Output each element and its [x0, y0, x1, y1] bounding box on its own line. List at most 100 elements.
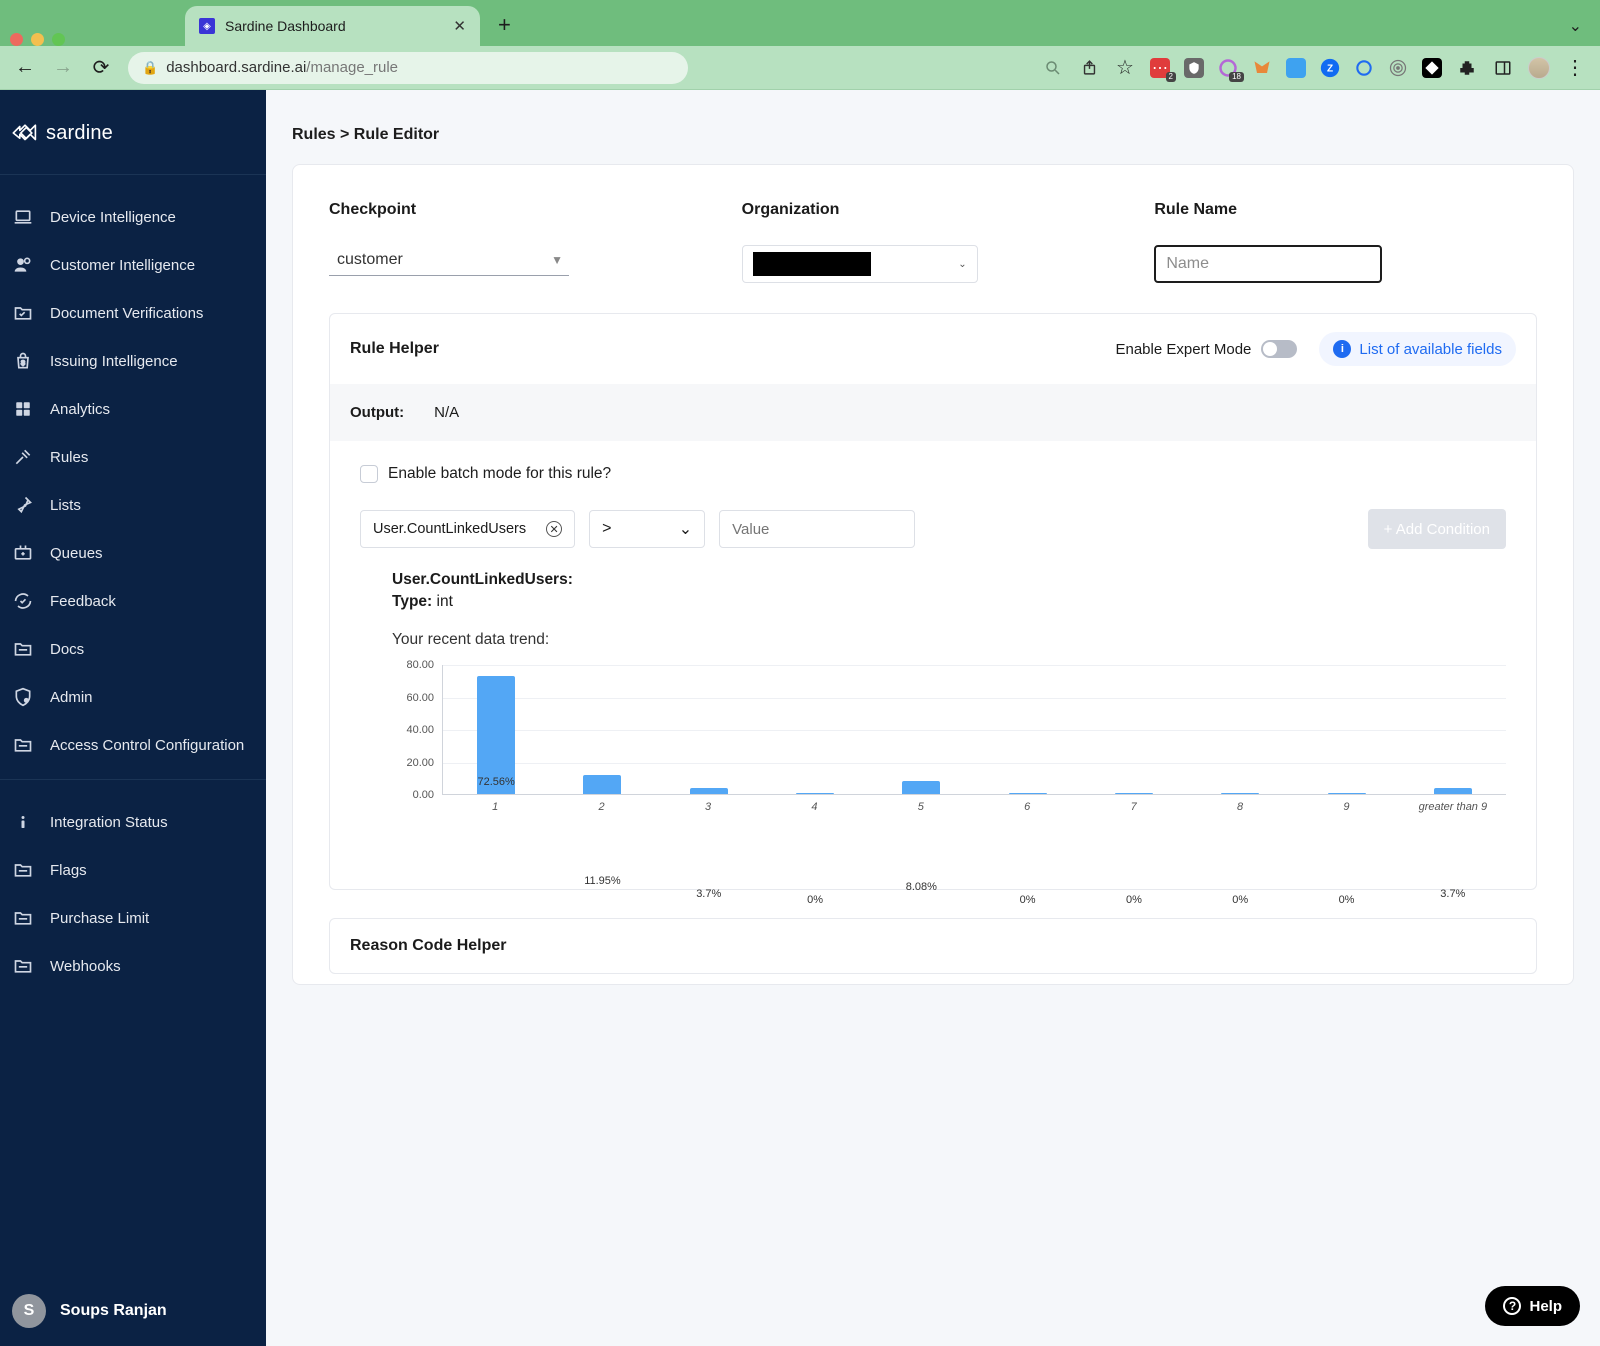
close-window-icon[interactable] — [10, 33, 23, 46]
bar-column: 3.7% — [1400, 665, 1506, 794]
organization-select[interactable]: ⌄ — [742, 245, 978, 283]
sidebar-item-label: Feedback — [50, 593, 116, 610]
refresh-check-icon — [12, 590, 34, 612]
sidebar-item-flags[interactable]: Flags — [0, 846, 266, 894]
y-tick: 80.00 — [406, 659, 434, 671]
sidebar-item-issuing-intelligence[interactable]: $ Issuing Intelligence — [0, 337, 266, 385]
extension-c-icon[interactable] — [1354, 58, 1374, 78]
x-tick-label: 9 — [1293, 795, 1399, 813]
clear-field-icon[interactable]: ✕ — [546, 521, 562, 537]
help-icon: ? — [1503, 1297, 1521, 1315]
sidebar-item-docs[interactable]: Docs — [0, 625, 266, 673]
url-text: dashboard.sardine.ai/manage_rule — [166, 59, 398, 76]
sidebar-item-lists[interactable]: Lists — [0, 481, 266, 529]
sidebar-item-access-control[interactable]: Access Control Configuration — [0, 721, 266, 769]
trend-chart: 0.0020.0040.0060.0080.00 72.56%11.95%3.7… — [392, 665, 1506, 865]
rulename-input[interactable] — [1154, 245, 1382, 283]
info-icon: i — [1333, 340, 1351, 358]
extension-blue-icon[interactable] — [1286, 58, 1306, 78]
bookmark-icon[interactable]: ☆ — [1114, 57, 1136, 79]
bar — [1434, 788, 1472, 794]
sidebar-item-integration-status[interactable]: Integration Status — [0, 798, 266, 846]
sidebar-item-device-intelligence[interactable]: Device Intelligence — [0, 193, 266, 241]
extension-target-icon[interactable] — [1388, 58, 1408, 78]
bar-column: 72.56% — [443, 665, 549, 794]
share-icon[interactable] — [1078, 57, 1100, 79]
expert-mode-toggle[interactable] — [1261, 340, 1297, 358]
rule-helper-title: Rule Helper — [350, 340, 439, 358]
browser-tab-active[interactable]: ◈ Sardine Dashboard ✕ — [185, 6, 480, 46]
sidebar-item-label: Lists — [50, 497, 81, 514]
profile-avatar-icon[interactable] — [1528, 57, 1550, 79]
batch-mode-label: Enable batch mode for this rule? — [388, 465, 611, 483]
extensions-menu-icon[interactable] — [1456, 57, 1478, 79]
rulename-field-group: Rule Name — [1154, 201, 1537, 283]
browser-menu-icon[interactable]: ⋮ — [1564, 57, 1586, 79]
tab-close-icon[interactable]: ✕ — [453, 17, 466, 35]
brand-logo[interactable]: sardine — [0, 90, 266, 164]
user-avatar: S — [12, 1294, 46, 1328]
condition-operator-select[interactable]: > ⌄ — [589, 510, 705, 548]
extension-metamask-icon[interactable] — [1252, 58, 1272, 78]
checkpoint-select[interactable]: customer ▼ — [329, 245, 569, 276]
minimize-window-icon[interactable] — [31, 33, 44, 46]
available-fields-link[interactable]: i List of available fields — [1319, 332, 1516, 366]
condition-value-input[interactable] — [719, 510, 915, 548]
add-condition-button[interactable]: + Add Condition — [1368, 509, 1506, 549]
bar — [1009, 793, 1047, 794]
extension-lastpass-icon[interactable]: ⋯2 — [1150, 58, 1170, 78]
folder-webhook-icon — [12, 955, 34, 977]
bar-value-label: 3.7% — [696, 888, 721, 900]
side-panel-icon[interactable] — [1492, 57, 1514, 79]
x-tick-label: 7 — [1080, 795, 1186, 813]
bar-column: 8.08% — [868, 665, 974, 794]
bar-column: 0% — [1293, 665, 1399, 794]
bar — [902, 781, 940, 794]
new-tab-button[interactable]: + — [498, 12, 511, 38]
field-info-name: User.CountLinkedUsers: — [392, 571, 1506, 589]
sidebar-item-webhooks[interactable]: Webhooks — [0, 942, 266, 990]
address-bar[interactable]: 🔒 dashboard.sardine.ai/manage_rule — [128, 52, 688, 84]
bar-value-label: 3.7% — [1440, 888, 1465, 900]
tabs-dropdown-icon[interactable]: ⌄ — [1569, 16, 1582, 36]
sidebar-item-label: Flags — [50, 862, 87, 879]
help-label: Help — [1529, 1298, 1562, 1315]
reload-button[interactable]: ⟳ — [90, 57, 112, 79]
condition-field-chip[interactable]: User.CountLinkedUsers ✕ — [360, 510, 575, 548]
x-tick-label: 4 — [761, 795, 867, 813]
bar — [583, 775, 621, 794]
back-button[interactable]: ← — [14, 57, 36, 79]
sidebar-item-feedback[interactable]: Feedback — [0, 577, 266, 625]
sidebar-item-analytics[interactable]: Analytics — [0, 385, 266, 433]
checkpoint-value: customer — [337, 251, 403, 269]
grid-icon — [12, 398, 34, 420]
forward-button[interactable]: → — [52, 57, 74, 79]
sidebar-item-queues[interactable]: Queues — [0, 529, 266, 577]
bar-value-label: 8.08% — [906, 881, 937, 893]
sidebar-item-customer-intelligence[interactable]: Customer Intelligence — [0, 241, 266, 289]
y-tick: 0.00 — [413, 789, 434, 801]
chevron-down-icon: ▼ — [551, 253, 563, 267]
help-fab[interactable]: ? Help — [1485, 1286, 1580, 1326]
sidebar-item-label: Document Verifications — [50, 305, 203, 322]
sidebar-item-rules[interactable]: Rules — [0, 433, 266, 481]
sidebar-item-document-verifications[interactable]: Document Verifications — [0, 289, 266, 337]
extension-ublock-icon[interactable] — [1184, 58, 1204, 78]
batch-mode-checkbox[interactable] — [360, 465, 378, 483]
extension-purple-icon[interactable]: 18 — [1218, 58, 1238, 78]
batch-mode-checkbox-group[interactable]: Enable batch mode for this rule? — [360, 465, 1506, 483]
lock-icon: 🔒 — [142, 60, 158, 76]
extension-z-icon[interactable]: Z — [1320, 58, 1340, 78]
extension-diamond-icon[interactable] — [1422, 58, 1442, 78]
gavel-icon — [12, 446, 34, 468]
sidebar-item-admin[interactable]: Admin — [0, 673, 266, 721]
x-tick-label: 6 — [974, 795, 1080, 813]
search-page-icon[interactable] — [1042, 57, 1064, 79]
bar-column: 0% — [1187, 665, 1293, 794]
output-value: N/A — [434, 404, 459, 421]
sidebar-item-purchase-limit[interactable]: Purchase Limit — [0, 894, 266, 942]
bar — [796, 793, 834, 794]
sidebar-user[interactable]: S Soups Ranjan — [0, 1278, 266, 1346]
output-key: Output: — [350, 404, 404, 421]
maximize-window-icon[interactable] — [52, 33, 65, 46]
